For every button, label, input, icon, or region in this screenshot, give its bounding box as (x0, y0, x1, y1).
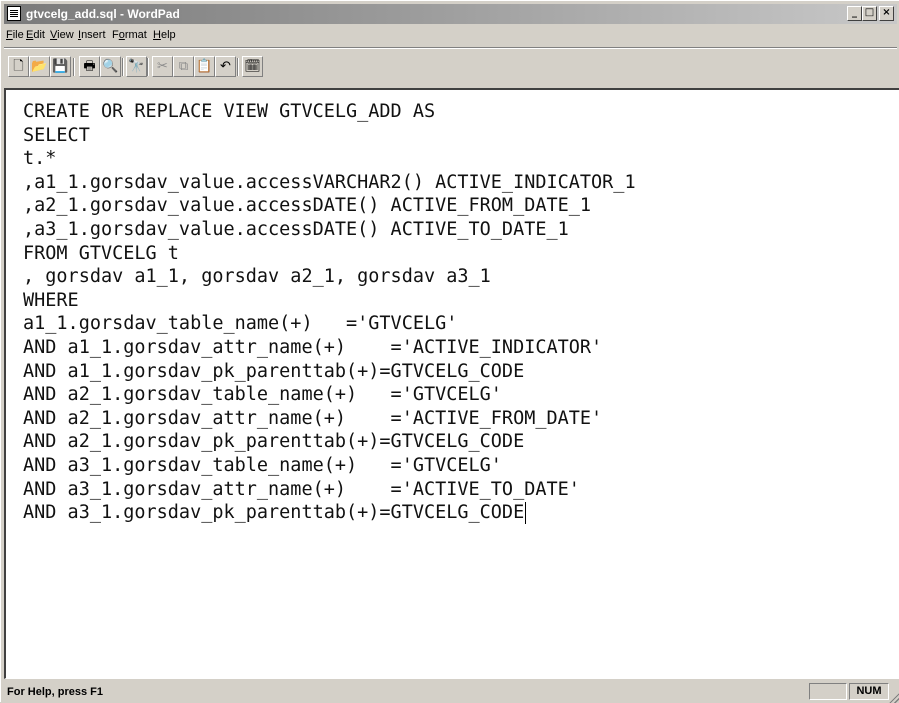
save-icon[interactable]: 💾 (50, 56, 71, 77)
document-line[interactable]: t.* (23, 147, 898, 171)
menu-item[interactable]: Help (153, 26, 176, 45)
copy-icon[interactable]: ⧉ (173, 56, 194, 77)
new-icon[interactable]: 🗋 (8, 56, 29, 77)
text-cursor (525, 502, 527, 524)
toolbar-separator (237, 58, 239, 76)
document-line[interactable]: AND a2_1.gorsdav_pk_parenttab(+)=GTVCELG… (23, 430, 898, 454)
document-area[interactable]: CREATE OR REPLACE VIEW GTVCELG_ADD AS SEL… (4, 88, 899, 679)
toolbar-divider (4, 47, 897, 49)
status-help-text: For Help, press F1 (7, 686, 103, 698)
document-line[interactable]: a1_1.gorsdav_table_name(+) ='GTVCELG' (23, 312, 898, 336)
toolbar: 🗋 📂 💾 🖶 🔍 🔭 ✂ ⧉ 📋 ↶ 🗓 (6, 56, 366, 80)
document-line[interactable]: AND a2_1.gorsdav_table_name(+) ='GTVCELG… (23, 383, 898, 407)
document-line[interactable]: AND a3_1.gorsdav_attr_name(+) ='ACTIVE_T… (23, 478, 898, 502)
minimize-button[interactable]: _ (847, 6, 862, 21)
num-lock-indicator: NUM (849, 683, 889, 700)
maximize-button[interactable]: □ (862, 6, 877, 21)
document-line[interactable]: ,a3_1.gorsdav_value.accessDATE() ACTIVE_… (23, 218, 898, 242)
cut-icon[interactable]: ✂ (152, 56, 173, 77)
document-line[interactable]: AND a2_1.gorsdav_attr_name(+) ='ACTIVE_F… (23, 407, 898, 431)
menu-item[interactable]: Insert (78, 26, 106, 45)
toolbar-separator (122, 58, 124, 76)
resize-grip[interactable] (888, 691, 899, 703)
document-line[interactable]: AND a1_1.gorsdav_attr_name(+) ='ACTIVE_I… (23, 336, 898, 360)
window-title: gtvcelg_add.sql - WordPad (26, 7, 180, 21)
document-icon[interactable] (7, 6, 21, 21)
document-line[interactable]: WHERE (23, 289, 898, 313)
menu-item[interactable]: Edit (26, 26, 45, 45)
document-line[interactable]: ,a2_1.gorsdav_value.accessDATE() ACTIVE_… (23, 194, 898, 218)
title-bar[interactable]: gtvcelg_add.sql - WordPad _ □ × (4, 4, 897, 24)
toolbar-separator (147, 58, 149, 76)
document-line[interactable]: ,a1_1.gorsdav_value.accessVARCHAR2() ACT… (23, 171, 898, 195)
document-line[interactable]: FROM GTVCELG t (23, 242, 898, 266)
status-pane-caps (809, 683, 847, 700)
document-text[interactable]: CREATE OR REPLACE VIEW GTVCELG_ADD AS SEL… (23, 100, 898, 525)
undo-icon[interactable]: ↶ (215, 56, 236, 77)
paste-icon[interactable]: 📋 (194, 56, 215, 77)
document-line[interactable]: AND a3_1.gorsdav_pk_parenttab(+)=GTVCELG… (23, 501, 898, 525)
menu-item[interactable]: Format (112, 26, 147, 45)
date-time-icon[interactable]: 🗓 (242, 56, 263, 77)
print-preview-icon[interactable]: 🔍 (100, 56, 121, 77)
find-icon[interactable]: 🔭 (126, 56, 147, 77)
close-button[interactable]: × (879, 6, 894, 21)
status-bar: For Help, press F1 NUM (1, 681, 899, 703)
wordpad-window: gtvcelg_add.sql - WordPad _ □ × File Edit… (0, 0, 899, 703)
open-icon[interactable]: 📂 (29, 56, 50, 77)
menu-item[interactable]: View (50, 26, 74, 45)
document-line[interactable]: SELECT (23, 124, 898, 148)
print-icon[interactable]: 🖶 (79, 56, 100, 77)
document-line[interactable]: , gorsdav a1_1, gorsdav a2_1, gorsdav a3… (23, 265, 898, 289)
document-line[interactable]: CREATE OR REPLACE VIEW GTVCELG_ADD AS (23, 100, 898, 124)
document-line[interactable]: AND a1_1.gorsdav_pk_parenttab(+)=GTVCELG… (23, 360, 898, 384)
menu-bar: File Edit View Insert Format Help (4, 26, 897, 45)
toolbar-separator (73, 58, 75, 76)
menu-item[interactable]: File (6, 26, 24, 45)
document-line[interactable]: AND a3_1.gorsdav_table_name(+) ='GTVCELG… (23, 454, 898, 478)
